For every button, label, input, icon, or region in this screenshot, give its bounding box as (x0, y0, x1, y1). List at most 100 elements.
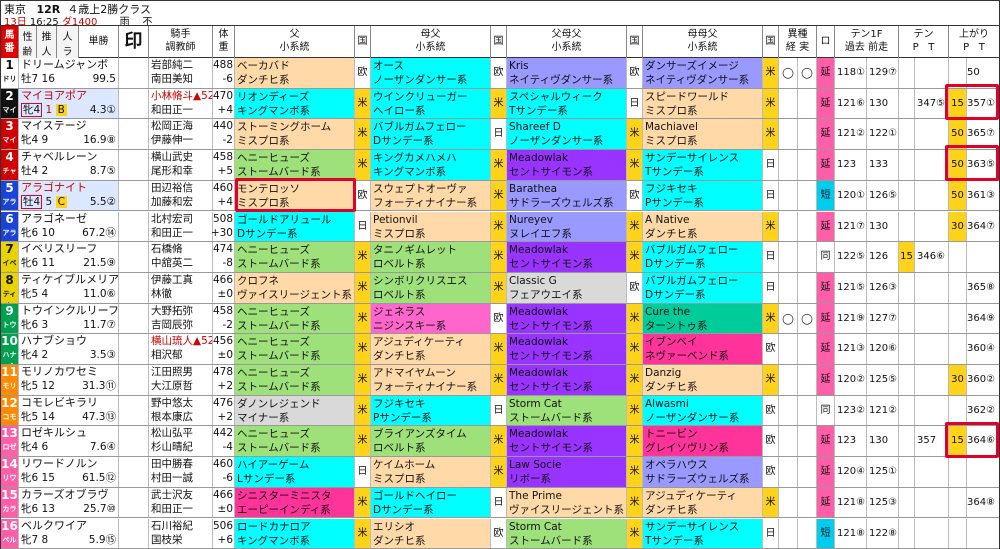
ss-name: Meadowlak (509, 336, 569, 349)
mark-cell[interactable] (119, 426, 149, 457)
table-row[interactable]: 14リワーリワードノルン 牝6 1561.5⑫田中勝春村田一誠460-6ハイアー… (1, 457, 999, 488)
variant-cell-2 (798, 150, 817, 180)
mark-cell[interactable] (119, 395, 149, 426)
horse-name[interactable]: イベリスリーフ (19, 242, 118, 256)
country-4: 日 (763, 242, 779, 272)
horse-cell[interactable]: マイステージ 牝4 9 16.9⑧ (19, 119, 119, 150)
horse-name[interactable]: ハナブショウ (19, 334, 118, 348)
mark-cell[interactable] (119, 272, 149, 303)
mark-cell[interactable] (119, 180, 149, 211)
ss-name: Classic G (509, 274, 557, 287)
mark-cell[interactable] (119, 303, 149, 334)
horse-cell[interactable]: イベリスリーフ 牝6 11 21.5⑨ (19, 242, 119, 272)
horse-name[interactable]: リワードノルン (19, 457, 118, 471)
ss-name: Nureyev (509, 213, 553, 226)
country-1: 欧 (355, 58, 371, 88)
dam-cell: エリシオ ダンチヒ系 (371, 518, 491, 549)
horse-cell[interactable]: ロゼキルシュ 牝4 6 7.6④ (19, 426, 119, 457)
table-row[interactable]: 3マイスマイステージ 牝4 916.9⑧松岡正海伊藤伸一440-2ストーミングホ… (1, 119, 999, 151)
country-2: 日 (491, 395, 507, 426)
table-row[interactable]: 12コモレコモレビキラリ 牝5 1447.3⑬野中悠太根本康広476+2ダノンレ… (1, 395, 999, 427)
country-3: 米 (627, 487, 643, 518)
ss-name: Meadowlak (509, 428, 569, 441)
mark-cell[interactable] (119, 242, 149, 272)
horse-number: 11 (1, 365, 18, 379)
country-code: 欧 (765, 435, 776, 447)
horse-cell[interactable]: トウインクルリーフ 牝6 3 11.7⑦ (19, 303, 119, 334)
horse-name[interactable]: アラゴナイト (19, 181, 118, 195)
horse-cell[interactable]: モリノカワセミ 牝5 12 31.3⑪ (19, 365, 119, 395)
odds: 3.5③ (89, 349, 116, 362)
mark-cell[interactable] (119, 365, 149, 395)
mark-cell[interactable] (119, 211, 149, 242)
variant-cell-2 (798, 365, 817, 395)
agari-t-cell: 360④ (967, 334, 999, 364)
mark-cell[interactable] (119, 487, 149, 518)
country-2: 欧 (491, 303, 507, 334)
horse-cell[interactable]: マイヨアポア 牝4 1 B 4.3① (19, 88, 119, 119)
ten-past-cell: 121② (835, 119, 867, 150)
table-row[interactable]: 13ロゼキロゼキルシュ 牝4 67.6④松山弘平杉山晴紀442-4ヘニーヒューズ… (1, 426, 999, 458)
horse-name[interactable]: チャベルレーン (19, 150, 118, 164)
mark-cell[interactable] (119, 518, 149, 549)
horse-name[interactable]: トウインクルリーフ (19, 304, 118, 318)
horse-name[interactable]: カラーズオブラヴ (19, 488, 118, 502)
horse-cell[interactable]: コモレビキラリ 牝5 14 47.3⑬ (19, 395, 119, 426)
agari-t: 364⑦ (967, 220, 996, 232)
horse-name[interactable]: マイヨアポア (19, 89, 118, 103)
mark-cell[interactable] (119, 119, 149, 150)
country-4: 米 (763, 211, 779, 242)
table-row[interactable]: 5アラゴアラゴナイト 牡4 5 C5.5②田辺裕信加藤和宏460+4モンテロッソ… (1, 180, 999, 212)
dam-line: Pサンデー系 (373, 411, 432, 424)
table-row[interactable]: 7イベリイベリスリーフ 牝6 1121.5⑨石橋脩中舘英二474-8ヘニーヒュー… (1, 242, 999, 273)
horse-name[interactable]: モリノカワセミ (19, 365, 118, 379)
mark-cell[interactable] (119, 457, 149, 487)
mark-cell[interactable] (119, 334, 149, 364)
horse-cell[interactable]: ティケイブルメリア 牝5 4 11.0⑥ (19, 272, 119, 303)
horse-name[interactable]: ロゼキルシュ (19, 426, 118, 440)
table-row[interactable]: 11モリノモリノカワセミ 牝5 1231.3⑪江田照男大江原哲478+2ヘニーヒ… (1, 365, 999, 396)
ss-name: Meadowlak (509, 152, 569, 165)
horse-cell[interactable]: アラゴネーゼ 牝6 10 67.2⑭ (19, 211, 119, 242)
table-row[interactable]: 1ドリードリームジャンボ 牡7 1699.5岩部純二南田美知488-6ベーカバド… (1, 58, 999, 89)
odds: 67.2⑭ (82, 226, 116, 239)
horse-name[interactable]: アラゴネーゼ (19, 212, 118, 226)
table-row[interactable]: 6アラゴアラゴネーゼ 牝6 1067.2⑭北村宏司和田正一508+30ゴールドア… (1, 211, 999, 243)
table-row[interactable]: 15カラーカラーズオブラヴ 牝6 1325.7⑩武士沢友和田正一466±0シニス… (1, 487, 999, 519)
horse-cell[interactable]: カラーズオブラヴ 牝6 13 25.7⑩ (19, 487, 119, 518)
mark-cell[interactable] (119, 58, 149, 88)
ss-name: Storm Cat (509, 520, 562, 533)
ten-last-cell: 126 (867, 242, 899, 272)
table-row[interactable]: 9トウイトウインクルリーフ 牝6 311.7⑦大野拓弥吉岡辰弥458-2ヘニーヒ… (1, 303, 999, 335)
odds: 31.3⑪ (82, 380, 116, 392)
mark-cell[interactable] (119, 150, 149, 180)
sire-line: ストームバード系 (237, 381, 321, 393)
horse-cell[interactable]: リワードノルン 牝6 15 61.5⑫ (19, 457, 119, 487)
country-3: 欧 (627, 272, 643, 303)
table-row[interactable]: 2マイヨマイヨアポア 牝4 1 B4.3①小林脩斗▲52和田正一470+4リオン… (1, 88, 999, 120)
mark-cell[interactable] (119, 88, 149, 119)
table-row[interactable]: 8ティケティケイブルメリア 牝5 411.0⑥伊藤工真林徹466±0クロフネヴァ… (1, 272, 999, 304)
ten-p-cell (899, 303, 915, 334)
weight-diff: +4 (217, 195, 233, 208)
ro-value: 延 (820, 159, 831, 171)
table-row[interactable]: 16ベルクベルクワイア 牝7 85.9⑮石川裕紀国枝栄506+6ロードカナロアキ… (1, 518, 999, 549)
table-row[interactable]: 4チャベチャベルレーン 牡4 28.7⑤横山武史尾形和幸458+5ヘニーヒューズ… (1, 150, 999, 181)
table-row[interactable]: 10ハナブハナブショウ 牝4 23.5③横山琉人▲52相沢郁456±0ヘニーヒュ… (1, 334, 999, 365)
horse-number: 8 (5, 272, 14, 287)
horse-pop: 6 (41, 441, 49, 454)
horse-name[interactable]: コモレビキラリ (19, 396, 118, 410)
horse-cell[interactable]: チャベルレーン 牡4 2 8.7⑤ (19, 150, 119, 180)
ds-name: アジュディケーティ (645, 489, 737, 502)
horse-name[interactable]: マイステージ (19, 119, 118, 133)
horse-cell[interactable]: アラゴナイト 牡4 5 C 5.5② (19, 180, 119, 211)
horse-cell[interactable]: ドリームジャンボ 牡7 16 99.5 (19, 58, 119, 88)
sire-name: ハイアーゲーム (237, 459, 310, 472)
ds-name: Danzig (645, 367, 682, 379)
horse-name[interactable]: ドリームジャンボ (19, 58, 118, 72)
dam-name: アジュディケーティ (373, 336, 465, 349)
horse-cell[interactable]: ハナブショウ 牝4 2 3.5③ (19, 334, 119, 364)
horse-name[interactable]: ティケイブルメリア (19, 273, 118, 287)
horse-cell[interactable]: ベルクワイア 牝7 8 5.9⑮ (19, 518, 119, 549)
horse-name[interactable]: ベルクワイア (19, 519, 118, 533)
